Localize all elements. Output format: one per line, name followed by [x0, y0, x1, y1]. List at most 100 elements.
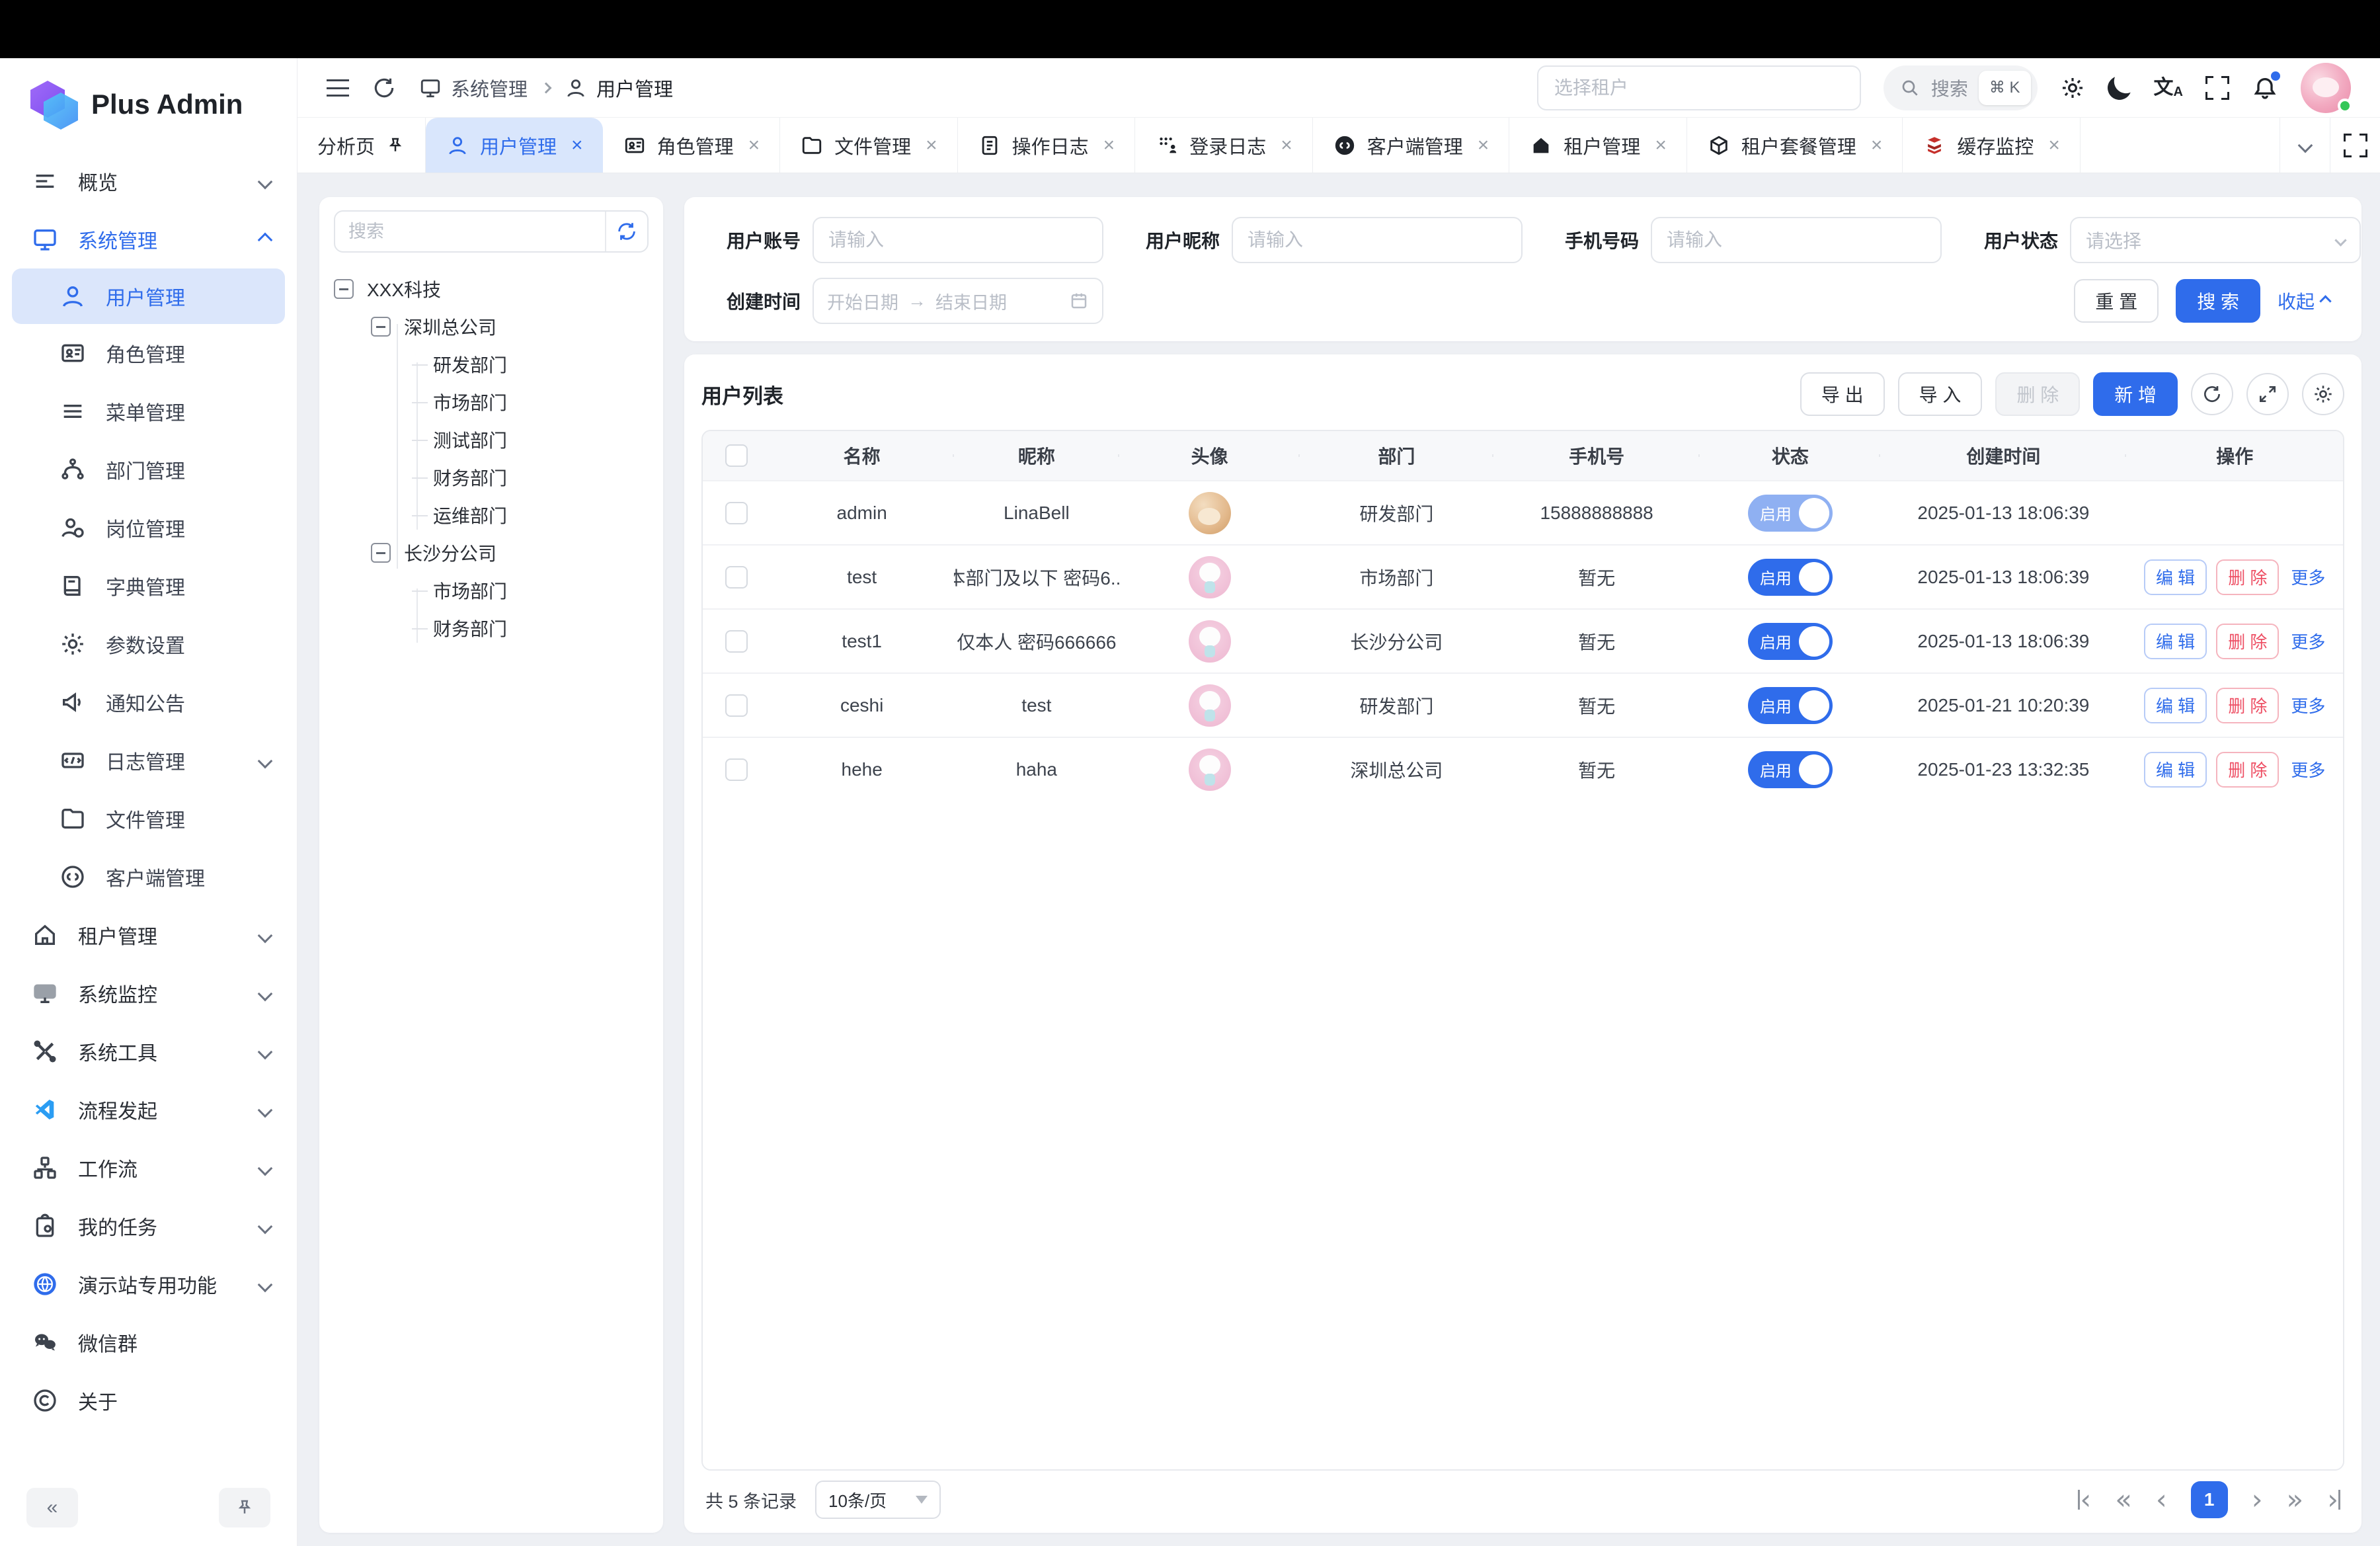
hamburger-menu-button[interactable] — [327, 79, 349, 97]
tab-tenant-package-management[interactable]: 租户套餐管理 × — [1687, 118, 1903, 173]
import-button[interactable]: 导 入 — [1898, 372, 1983, 416]
dark-mode-button[interactable] — [2108, 76, 2131, 100]
tab-analysis[interactable]: 分析页 — [298, 118, 426, 173]
row-checkbox[interactable] — [725, 566, 748, 589]
close-icon[interactable]: × — [2048, 134, 2060, 157]
account-input[interactable] — [813, 217, 1103, 263]
user-avatar[interactable] — [2301, 63, 2351, 113]
tree-node-rd-dept[interactable]: 研发部门 — [334, 345, 649, 383]
tenant-select-input[interactable] — [1537, 65, 1861, 110]
global-search-button[interactable]: 搜索 ⌘ K — [1884, 65, 2038, 110]
tab-refresh-layout-button[interactable] — [2330, 118, 2380, 173]
sidebar-item-file-management[interactable]: 文件管理 — [0, 790, 297, 848]
sidebar-item-role-management[interactable]: 角色管理 — [0, 324, 297, 382]
sidebar-item-system-tools[interactable]: 系统工具 — [0, 1022, 297, 1080]
language-switch-button[interactable]: 文A — [2154, 78, 2183, 98]
more-button[interactable]: 更多 — [2291, 757, 2325, 782]
tree-collapse-icon[interactable] — [371, 317, 391, 337]
tree-node-market-dept[interactable]: 市场部门 — [334, 383, 649, 421]
close-icon[interactable]: × — [1871, 134, 1883, 157]
settings-button[interactable] — [2060, 75, 2085, 101]
tab-client-management[interactable]: 客户端管理 × — [1313, 118, 1510, 173]
notifications-button[interactable] — [2252, 75, 2278, 101]
tab-login-log[interactable]: 登录日志 × — [1135, 118, 1313, 173]
sidebar-item-post-management[interactable]: 岗位管理 — [0, 499, 297, 557]
tab-cache-monitor[interactable]: 缓存监控 × — [1903, 118, 2081, 173]
pin-icon[interactable] — [385, 136, 405, 155]
date-range-picker[interactable]: 开始日期 → 结束日期 — [813, 278, 1103, 324]
row-checkbox[interactable] — [725, 502, 748, 524]
sidebar-item-dict-management[interactable]: 字典管理 — [0, 557, 297, 615]
edit-button[interactable]: 编 辑 — [2144, 624, 2207, 659]
more-button[interactable]: 更多 — [2291, 565, 2325, 589]
add-button[interactable]: 新 增 — [2093, 372, 2178, 416]
row-checkbox[interactable] — [725, 630, 748, 653]
select-all-checkbox[interactable] — [725, 444, 748, 467]
sidebar-item-wechat-group[interactable]: 微信群 — [0, 1313, 297, 1371]
delete-button[interactable]: 删 除 — [1995, 372, 2080, 416]
nickname-input[interactable] — [1232, 217, 1523, 263]
sidebar-item-overview[interactable]: 概览 — [0, 152, 297, 210]
sidebar-item-demo-features[interactable]: 演示站专用功能 — [0, 1255, 297, 1313]
sidebar-item-param-settings[interactable]: 参数设置 — [0, 615, 297, 673]
close-icon[interactable]: × — [1478, 134, 1489, 157]
collapse-filter-link[interactable]: 收起 — [2278, 288, 2330, 314]
sidebar-item-system-monitor[interactable]: 系统监控 — [0, 964, 297, 1022]
reset-button[interactable]: 重 置 — [2074, 279, 2159, 323]
table-fullscreen-button[interactable] — [2246, 373, 2289, 415]
close-icon[interactable]: × — [926, 134, 937, 157]
more-button[interactable]: 更多 — [2291, 693, 2325, 717]
sidebar-item-about[interactable]: 关于 — [0, 1371, 297, 1430]
status-select[interactable]: 请选择 — [2070, 217, 2361, 263]
sidebar-item-notice[interactable]: 通知公告 — [0, 673, 297, 731]
fullscreen-button[interactable] — [2205, 76, 2229, 100]
tree-node-changsha-branch[interactable]: 长沙分公司 — [334, 534, 649, 571]
sidebar-item-user-management[interactable]: 用户管理 — [12, 268, 285, 324]
tab-role-management[interactable]: 角色管理 × — [603, 118, 781, 173]
tab-user-management[interactable]: 用户管理 × — [426, 118, 603, 173]
tree-node-shenzhen-hq[interactable]: 深圳总公司 — [334, 307, 649, 345]
tree-node-ops-dept[interactable]: 运维部门 — [334, 496, 649, 534]
sidebar-item-menu-management[interactable]: 菜单管理 — [0, 382, 297, 440]
edit-button[interactable]: 编 辑 — [2144, 688, 2207, 723]
first-page-button[interactable]: ‹ — [2078, 1486, 2091, 1514]
collapse-sidebar-button[interactable]: « — [26, 1488, 78, 1527]
jump-back-button[interactable]: « — [2115, 1486, 2132, 1514]
sidebar-item-log-management[interactable]: 日志管理 — [0, 731, 297, 790]
delete-row-button[interactable]: 删 除 — [2216, 624, 2279, 659]
delete-row-button[interactable]: 删 除 — [2216, 559, 2279, 595]
tab-list-dropdown-button[interactable] — [2280, 118, 2330, 173]
breadcrumb-section[interactable]: 系统管理 — [451, 74, 528, 102]
prev-page-button[interactable]: ‹ — [2156, 1486, 2167, 1514]
row-checkbox[interactable] — [725, 694, 748, 717]
row-checkbox[interactable] — [725, 758, 748, 781]
status-toggle[interactable]: 启用 — [1748, 623, 1833, 660]
sidebar-item-my-tasks[interactable]: 我的任务 — [0, 1197, 297, 1255]
tree-node-finance-dept[interactable]: 财务部门 — [334, 458, 649, 496]
close-icon[interactable]: × — [1655, 134, 1667, 157]
next-page-button[interactable]: › — [2252, 1486, 2263, 1514]
sidebar-item-workflow[interactable]: 工作流 — [0, 1139, 297, 1197]
search-button[interactable]: 搜 索 — [2176, 279, 2260, 323]
tree-refresh-button[interactable] — [605, 212, 647, 251]
more-button[interactable]: 更多 — [2291, 629, 2325, 653]
close-icon[interactable]: × — [571, 134, 583, 157]
current-page[interactable]: 1 — [2191, 1481, 2228, 1518]
tab-operation-log[interactable]: 操作日志 × — [958, 118, 1136, 173]
tree-node-cs-market-dept[interactable]: 市场部门 — [334, 571, 649, 609]
tab-tenant-management[interactable]: 租户管理 × — [1509, 118, 1687, 173]
pin-sidebar-button[interactable] — [219, 1488, 270, 1527]
sidebar-item-department-management[interactable]: 部门管理 — [0, 440, 297, 499]
export-button[interactable]: 导 出 — [1800, 372, 1885, 416]
tree-collapse-icon[interactable] — [334, 279, 354, 299]
sidebar-item-system-management[interactable]: 系统管理 — [0, 210, 297, 268]
status-toggle[interactable]: 启用 — [1748, 495, 1833, 532]
tree-node-test-dept[interactable]: 测试部门 — [334, 421, 649, 458]
status-toggle[interactable]: 启用 — [1748, 559, 1833, 596]
column-settings-button[interactable] — [2302, 373, 2344, 415]
last-page-button[interactable]: › — [2327, 1486, 2340, 1514]
sidebar-item-process-start[interactable]: 流程发起 — [0, 1080, 297, 1139]
tree-node-company[interactable]: XXX科技 — [334, 270, 649, 307]
page-size-select[interactable]: 10条/页 — [815, 1481, 941, 1519]
tree-node-cs-finance-dept[interactable]: 财务部门 — [334, 609, 649, 647]
